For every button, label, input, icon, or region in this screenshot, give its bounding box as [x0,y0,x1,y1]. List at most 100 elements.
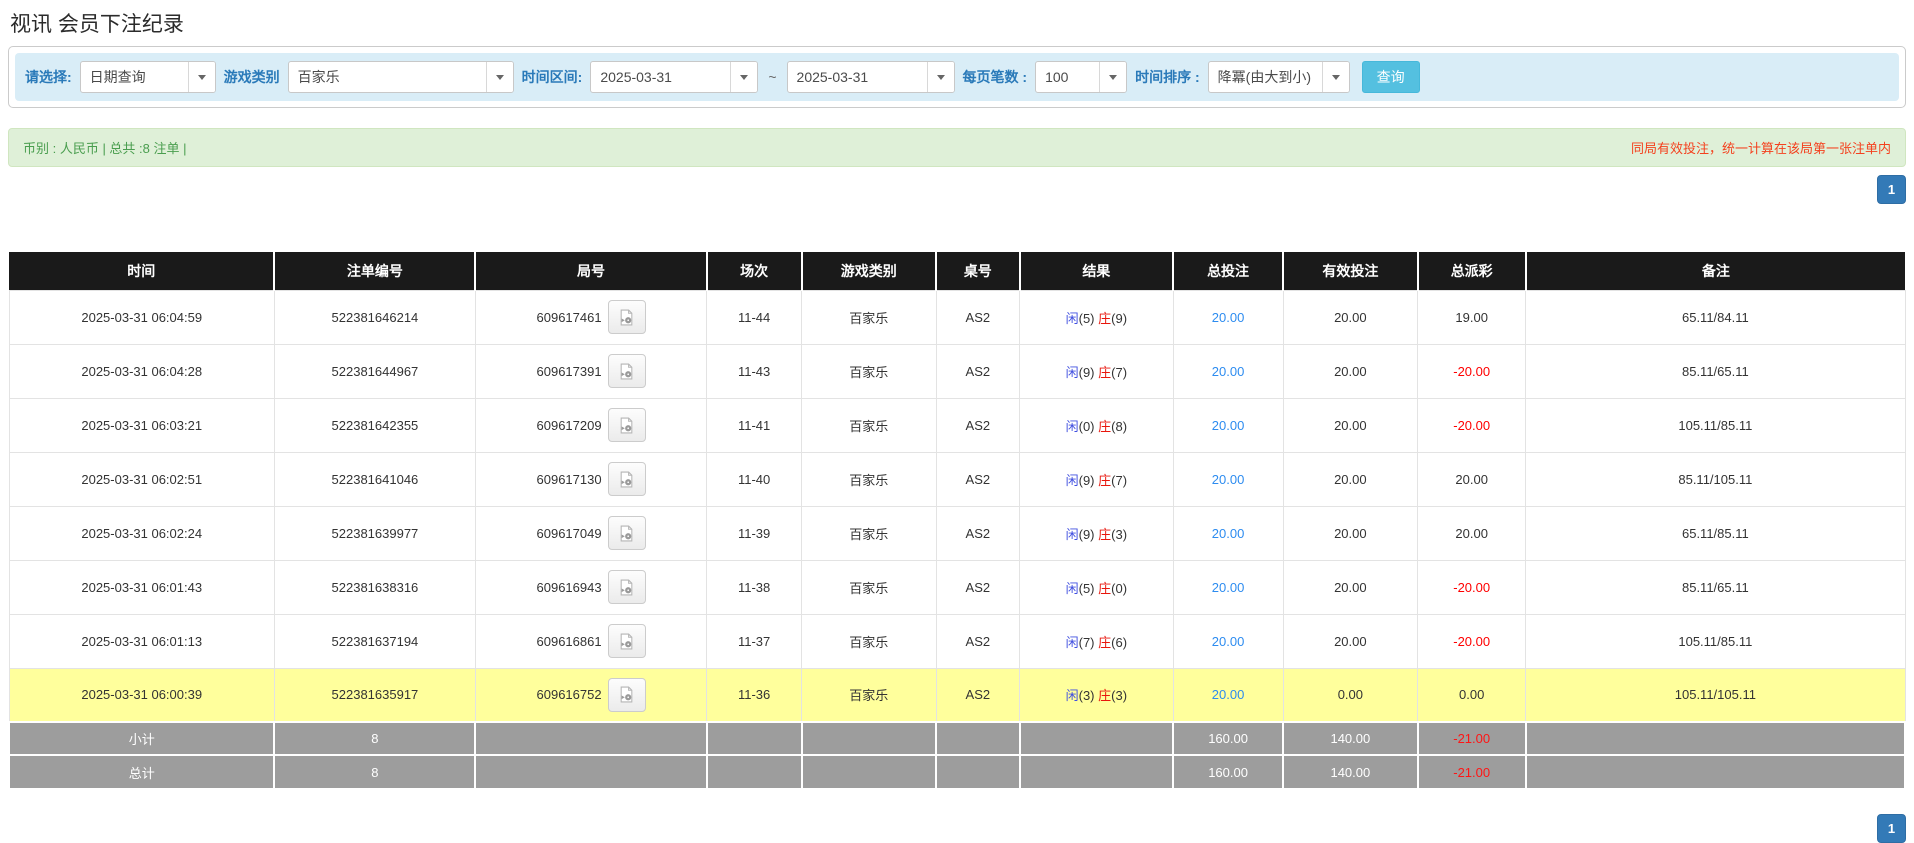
cell-result: 闲(9) 庄(7) [1020,344,1174,398]
chevron-down-icon[interactable] [1322,62,1349,92]
round-number-text: 609617461 [537,310,602,325]
chevron-down-icon[interactable] [188,62,215,92]
cell-game-category: 百家乐 [802,560,937,614]
cell-bet-number: 522381644967 [274,344,475,398]
video-file-icon [618,417,635,434]
time-sort-select[interactable]: 降冪(由大到小) [1208,61,1350,93]
round-video-button[interactable] [608,300,646,334]
cell-table-number: AS2 [936,290,1019,344]
round-video-button[interactable] [608,462,646,496]
result-player-label: 闲 [1066,365,1079,380]
chevron-down-icon[interactable] [927,62,954,92]
round-video-button[interactable] [608,354,646,388]
total-bet-link[interactable]: 20.00 [1212,364,1245,379]
round-video-button[interactable] [608,516,646,550]
result-player-label: 闲 [1066,527,1079,542]
query-type-select[interactable]: 日期查询 [80,61,216,93]
col-bet-number: 注单编号 [274,252,475,290]
grand-total-count: 8 [274,755,475,788]
cell-remark: 105.11/85.11 [1526,398,1905,452]
subtotal-count: 8 [274,722,475,755]
cell-session: 11-36 [707,668,802,722]
round-video-button[interactable] [608,624,646,658]
result-player-score: (9) [1079,365,1095,380]
col-payout: 总派彩 [1418,252,1526,290]
total-bet-link[interactable]: 20.00 [1212,687,1245,702]
cell-result: 闲(9) 庄(7) [1020,452,1174,506]
page-1-button[interactable]: 1 [1877,175,1906,204]
col-session: 场次 [707,252,802,290]
col-remark: 备注 [1526,252,1905,290]
cell-payout: -20.00 [1418,398,1526,452]
cell-round-number: 609617461 [475,290,706,344]
cell-time: 2025-03-31 06:04:28 [9,344,274,398]
cell-bet-number: 522381646214 [274,290,475,344]
page-1-button-bottom[interactable]: 1 [1877,814,1906,843]
page-size-select[interactable]: 100 [1035,61,1127,93]
total-bet-link[interactable]: 20.00 [1212,310,1245,325]
cell-valid-bet: 20.00 [1283,290,1418,344]
game-category-value: 百家乐 [289,62,486,92]
cell-payout: 0.00 [1418,668,1526,722]
grand-total-valid-bet: 140.00 [1283,755,1418,788]
round-video-button[interactable] [608,678,646,712]
query-type-value: 日期查询 [81,62,188,92]
round-number-text: 609617209 [537,418,602,433]
filter-panel: 请选择: 日期查询 游戏类别 百家乐 时间区间: 2025-03-31 ~ 20… [8,46,1906,108]
cell-round-number: 609616943 [475,560,706,614]
total-bet-link[interactable]: 20.00 [1212,418,1245,433]
total-bet-link[interactable]: 20.00 [1212,526,1245,541]
chevron-down-icon[interactable] [1099,62,1126,92]
result-player-score: (5) [1079,581,1095,596]
page-size-label: 每页笔数 : [963,67,1028,87]
cell-valid-bet: 20.00 [1283,344,1418,398]
cell-remark: 105.11/105.11 [1526,668,1905,722]
cell-bet-number: 522381635917 [274,668,475,722]
result-player-label: 闲 [1066,635,1079,650]
total-bet-link[interactable]: 20.00 [1212,472,1245,487]
result-banker-label: 庄 [1098,311,1111,326]
result-banker-score: (7) [1111,365,1127,380]
date-from-select[interactable]: 2025-03-31 [590,61,758,93]
table-row: 2025-03-31 06:03:21522381642355609617209… [9,398,1905,452]
round-number-text: 609616752 [537,687,602,702]
cell-table-number: AS2 [936,668,1019,722]
chevron-down-icon[interactable] [486,62,513,92]
cell-total-bet: 20.00 [1173,506,1283,560]
cell-bet-number: 522381637194 [274,614,475,668]
result-player-score: (9) [1079,527,1095,542]
col-total-bet: 总投注 [1173,252,1283,290]
total-bet-link[interactable]: 20.00 [1212,580,1245,595]
cell-time: 2025-03-31 06:03:21 [9,398,274,452]
table-row: 2025-03-31 06:04:59522381646214609617461… [9,290,1905,344]
cell-total-bet: 20.00 [1173,344,1283,398]
chevron-down-icon[interactable] [730,62,757,92]
result-player-label: 闲 [1066,311,1079,326]
round-video-button[interactable] [608,408,646,442]
video-file-icon [618,579,635,596]
cell-result: 闲(3) 庄(3) [1020,668,1174,722]
result-banker-score: (7) [1111,473,1127,488]
cell-round-number: 609616861 [475,614,706,668]
game-category-select[interactable]: 百家乐 [288,61,514,93]
cell-valid-bet: 20.00 [1283,560,1418,614]
cell-round-number: 609616752 [475,668,706,722]
round-video-button[interactable] [608,570,646,604]
cell-table-number: AS2 [936,560,1019,614]
table-body: 2025-03-31 06:04:59522381646214609617461… [9,290,1905,722]
cell-table-number: AS2 [936,344,1019,398]
summary-bar: 币别 : 人民币 | 总共 :8 注单 | 同局有效投注，统一计算在该局第一张注… [8,128,1906,167]
result-banker-label: 庄 [1098,473,1111,488]
cell-valid-bet: 20.00 [1283,452,1418,506]
video-file-icon [618,525,635,542]
cell-session: 11-40 [707,452,802,506]
cell-time: 2025-03-31 06:02:24 [9,506,274,560]
date-to-select[interactable]: 2025-03-31 [787,61,955,93]
round-number-text: 609616861 [537,634,602,649]
total-bet-link[interactable]: 20.00 [1212,634,1245,649]
result-player-label: 闲 [1066,581,1079,596]
result-player-label: 闲 [1066,688,1079,703]
search-button[interactable]: 查询 [1362,61,1420,93]
cell-time: 2025-03-31 06:02:51 [9,452,274,506]
cell-result: 闲(0) 庄(8) [1020,398,1174,452]
